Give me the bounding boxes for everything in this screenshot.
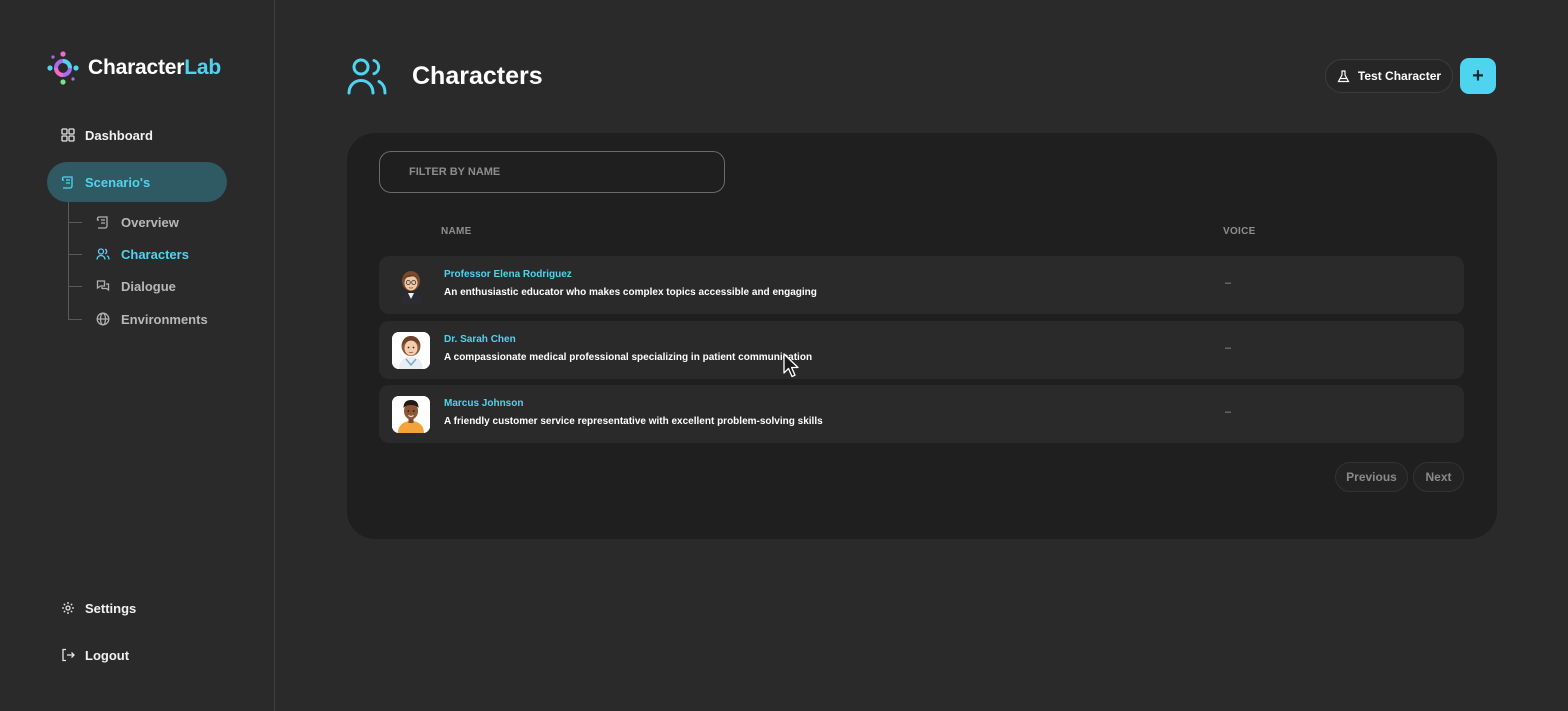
users-icon	[347, 58, 387, 95]
character-description: A friendly customer service representati…	[444, 416, 823, 427]
tree-connector	[68, 318, 82, 320]
professor-avatar-image	[392, 267, 430, 304]
doctor-avatar-image	[392, 332, 430, 369]
sidebar-subitem-dialogue[interactable]: Dialogue	[68, 275, 176, 297]
character-name[interactable]: Marcus Johnson	[444, 398, 523, 409]
column-header-name[interactable]: NAME	[441, 226, 472, 237]
sidebar-subitem-overview[interactable]: Overview	[68, 211, 179, 233]
sidebar-item-settings[interactable]: Settings	[47, 588, 227, 628]
character-voice: –	[1225, 342, 1232, 354]
scroll-icon	[61, 176, 73, 189]
character-description: A compassionate medical professional spe…	[444, 352, 813, 363]
sidebar-subitem-label: Overview	[121, 214, 179, 230]
sidebar-item-dashboard[interactable]: Dashboard	[47, 115, 227, 155]
table-row[interactable]: Professor Elena Rodriguez An enthusiasti…	[379, 256, 1464, 314]
sidebar-item-label: Settings	[85, 600, 137, 616]
table-row[interactable]: Dr. Sarah Chen A compassionate medical p…	[379, 321, 1464, 379]
professor-avatar	[392, 267, 430, 304]
customer-service-avatar-image	[392, 396, 430, 433]
logo-icon	[47, 51, 79, 85]
users-icon	[96, 248, 110, 260]
scroll-icon	[96, 216, 108, 229]
characters-card: NAME VOICE Professor Elena Rodriguez An …	[347, 133, 1497, 539]
character-voice: –	[1225, 406, 1232, 418]
character-name[interactable]: Dr. Sarah Chen	[444, 334, 516, 345]
sidebar-item-label: Dashboard	[85, 127, 153, 143]
dashboard-grid-icon	[61, 128, 75, 142]
character-voice: –	[1225, 277, 1232, 289]
sidebar-item-scenarios[interactable]: Scenario's	[47, 162, 227, 202]
flask-icon	[1337, 69, 1350, 82]
sidebar-subitem-environments[interactable]: Environments	[68, 308, 208, 330]
sidebar-item-label: Scenario's	[85, 174, 151, 190]
logo-text-first: Character	[88, 56, 185, 79]
sidebar-subitem-label: Environments	[121, 311, 208, 327]
filter-by-name-input[interactable]	[379, 151, 725, 193]
sidebar: CharacterLab Dashboard Scenario's Overvi…	[0, 0, 275, 711]
column-header-voice[interactable]: VOICE	[1223, 226, 1256, 237]
sidebar-item-label: Logout	[85, 647, 130, 663]
page-header: Characters	[346, 55, 543, 97]
next-page-button[interactable]: Next	[1413, 462, 1464, 492]
test-character-button[interactable]: Test Character	[1325, 59, 1453, 93]
logo-text: CharacterLab	[88, 56, 221, 80]
add-character-button[interactable]: +	[1460, 58, 1496, 94]
sidebar-subitem-label: Characters	[121, 246, 189, 262]
sidebar-item-logout[interactable]: Logout	[47, 635, 227, 675]
sidebar-subitem-characters[interactable]: Characters	[68, 243, 189, 265]
page-title: Characters	[412, 61, 543, 90]
table-row[interactable]: Marcus Johnson A friendly customer servi…	[379, 385, 1464, 443]
character-description: An enthusiastic educator who makes compl…	[444, 287, 817, 298]
gear-icon	[62, 602, 74, 614]
customer-service-avatar	[392, 396, 430, 433]
mouse-cursor-icon	[783, 353, 799, 378]
tree-connector	[68, 253, 82, 255]
tree-connector	[68, 221, 82, 223]
logout-arrow-icon	[62, 648, 75, 662]
app: CharacterLab Dashboard Scenario's Overvi…	[0, 0, 1568, 711]
doctor-avatar	[392, 332, 430, 369]
tree-connector	[68, 285, 82, 287]
test-character-label: Test Character	[1357, 69, 1442, 83]
previous-page-button[interactable]: Previous	[1335, 462, 1408, 492]
sidebar-subitem-label: Dialogue	[121, 278, 176, 294]
logo[interactable]: CharacterLab	[46, 50, 221, 86]
character-name[interactable]: Professor Elena Rodriguez	[444, 269, 572, 280]
globe-icon	[96, 312, 110, 326]
logo-text-second: Lab	[184, 56, 221, 79]
chat-bubbles-icon	[96, 280, 110, 292]
